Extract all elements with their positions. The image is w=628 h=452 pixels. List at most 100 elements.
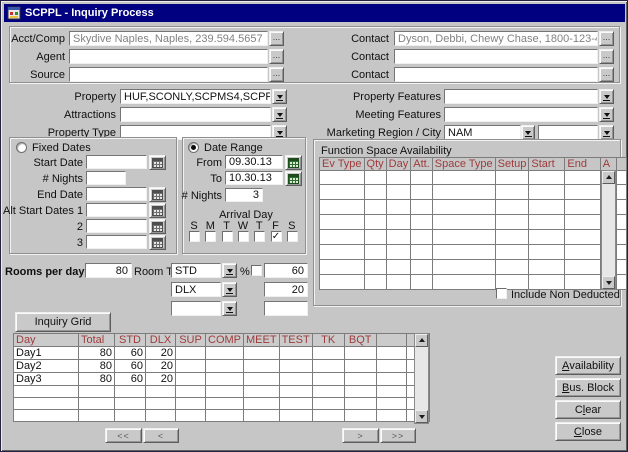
- arrival-day-checkbox[interactable]: [287, 231, 298, 242]
- arrival-day-checkbox[interactable]: [238, 231, 249, 242]
- arrival-day-checkbox[interactable]: [189, 231, 200, 242]
- fs-cell[interactable]: [386, 215, 411, 230]
- marketing-city-dropdown-button[interactable]: [599, 125, 614, 140]
- grid-cell[interactable]: [376, 347, 406, 360]
- arrival-day-checkbox[interactable]: [271, 231, 282, 242]
- fs-cell[interactable]: [432, 275, 495, 290]
- fixed-nights-input[interactable]: [86, 171, 126, 185]
- grid-cell[interactable]: [376, 386, 406, 398]
- fs-cell[interactable]: [529, 185, 565, 200]
- rooms-per-day-input[interactable]: 80: [85, 263, 132, 278]
- percent-checkbox[interactable]: [251, 265, 262, 276]
- grid-cell[interactable]: [176, 373, 206, 386]
- fs-cell[interactable]: [432, 230, 495, 245]
- arrival-day-checkbox[interactable]: [205, 231, 216, 242]
- fs-cell[interactable]: [495, 260, 529, 275]
- grid-cell[interactable]: [312, 347, 344, 360]
- property-features-dropdown-button[interactable]: [599, 89, 614, 104]
- fixed-dates-radio[interactable]: [16, 142, 27, 153]
- grid-cell[interactable]: [312, 398, 344, 410]
- fs-cell[interactable]: [364, 185, 386, 200]
- fs-cell[interactable]: [565, 245, 600, 260]
- room-type-3-input[interactable]: [171, 301, 221, 316]
- room-type-1-input[interactable]: STD: [171, 263, 221, 278]
- grid-cell[interactable]: [312, 360, 344, 373]
- fs-cell[interactable]: [411, 200, 433, 215]
- fs-cell[interactable]: [432, 185, 495, 200]
- grid-cell[interactable]: [244, 410, 280, 422]
- source-browse-button[interactable]: ...: [269, 67, 284, 82]
- fs-cell[interactable]: [495, 230, 529, 245]
- fs-cell[interactable]: [411, 260, 433, 275]
- alt-start-date-2-calendar-button[interactable]: [149, 219, 166, 234]
- fs-cell[interactable]: [565, 171, 600, 185]
- grid-cell[interactable]: [244, 373, 280, 386]
- grid-cell[interactable]: 20: [146, 373, 176, 386]
- grid-cell[interactable]: [206, 360, 244, 373]
- range-nights-input[interactable]: 3: [225, 188, 263, 202]
- room-count-1-input[interactable]: 60: [264, 263, 308, 278]
- grid-cell[interactable]: [176, 347, 206, 360]
- room-type-3-dropdown-button[interactable]: [222, 301, 237, 316]
- room-count-3-input[interactable]: [264, 301, 308, 316]
- fs-cell[interactable]: [565, 275, 600, 290]
- include-non-deducted-checkbox[interactable]: [496, 288, 507, 299]
- inquiry-grid-scrollbar[interactable]: [414, 333, 429, 424]
- grid-cell[interactable]: 60: [115, 360, 146, 373]
- source-input[interactable]: [69, 67, 268, 82]
- grid-cell[interactable]: [376, 410, 406, 422]
- fs-cell[interactable]: [411, 185, 433, 200]
- meeting-features-dropdown-button[interactable]: [599, 107, 614, 122]
- grid-cell[interactable]: [312, 373, 344, 386]
- grid-cell[interactable]: [312, 386, 344, 398]
- grid-cell[interactable]: [344, 398, 376, 410]
- fs-cell[interactable]: [320, 275, 365, 290]
- marketing-city-input[interactable]: [538, 125, 598, 140]
- attractions-dropdown-button[interactable]: [272, 107, 287, 122]
- to-date-calendar-button[interactable]: [285, 171, 302, 186]
- start-date-input[interactable]: [86, 155, 147, 169]
- fs-cell[interactable]: [320, 171, 365, 185]
- fs-cell[interactable]: [320, 260, 365, 275]
- fs-cell[interactable]: [432, 215, 495, 230]
- grid-cell[interactable]: [146, 398, 176, 410]
- grid-cell[interactable]: [376, 398, 406, 410]
- grid-cell[interactable]: 20: [146, 347, 176, 360]
- bus-block-button[interactable]: Bus. Block: [555, 378, 621, 397]
- property-dropdown-button[interactable]: [272, 89, 287, 104]
- last-page-button[interactable]: >>: [380, 428, 416, 443]
- grid-cell[interactable]: [279, 373, 312, 386]
- contact3-input[interactable]: [394, 67, 598, 82]
- grid-cell[interactable]: [344, 410, 376, 422]
- meeting-features-input[interactable]: [444, 107, 598, 122]
- grid-cell[interactable]: [176, 410, 206, 422]
- fs-cell[interactable]: [364, 245, 386, 260]
- title-bar[interactable]: SCPPL - Inquiry Process: [4, 4, 625, 22]
- fs-cell[interactable]: [386, 275, 411, 290]
- grid-cell[interactable]: [244, 386, 280, 398]
- fs-cell[interactable]: [320, 230, 365, 245]
- contact1-browse-button[interactable]: ...: [599, 31, 614, 46]
- grid-cell[interactable]: 60: [115, 373, 146, 386]
- to-date-input[interactable]: 10.30.13: [225, 171, 283, 185]
- alt-start-date-1-input[interactable]: [86, 203, 147, 217]
- fs-cell[interactable]: [364, 230, 386, 245]
- fs-cell[interactable]: [432, 200, 495, 215]
- grid-cell[interactable]: [244, 398, 280, 410]
- fs-cell[interactable]: [386, 245, 411, 260]
- fs-cell[interactable]: [320, 200, 365, 215]
- fs-cell[interactable]: [529, 215, 565, 230]
- fs-cell[interactable]: [529, 230, 565, 245]
- agent-input[interactable]: [69, 49, 268, 64]
- fs-cell[interactable]: [386, 171, 411, 185]
- grid-cell[interactable]: [244, 347, 280, 360]
- alt-start-date-3-calendar-button[interactable]: [149, 235, 166, 250]
- close-button[interactable]: Close: [555, 422, 621, 441]
- fs-cell[interactable]: [432, 260, 495, 275]
- room-count-2-input[interactable]: 20: [264, 282, 308, 297]
- grid-cell[interactable]: [279, 398, 312, 410]
- grid-cell[interactable]: [206, 347, 244, 360]
- fs-cell[interactable]: [495, 245, 529, 260]
- grid-cell[interactable]: [376, 373, 406, 386]
- room-type-2-input[interactable]: DLX: [171, 282, 221, 297]
